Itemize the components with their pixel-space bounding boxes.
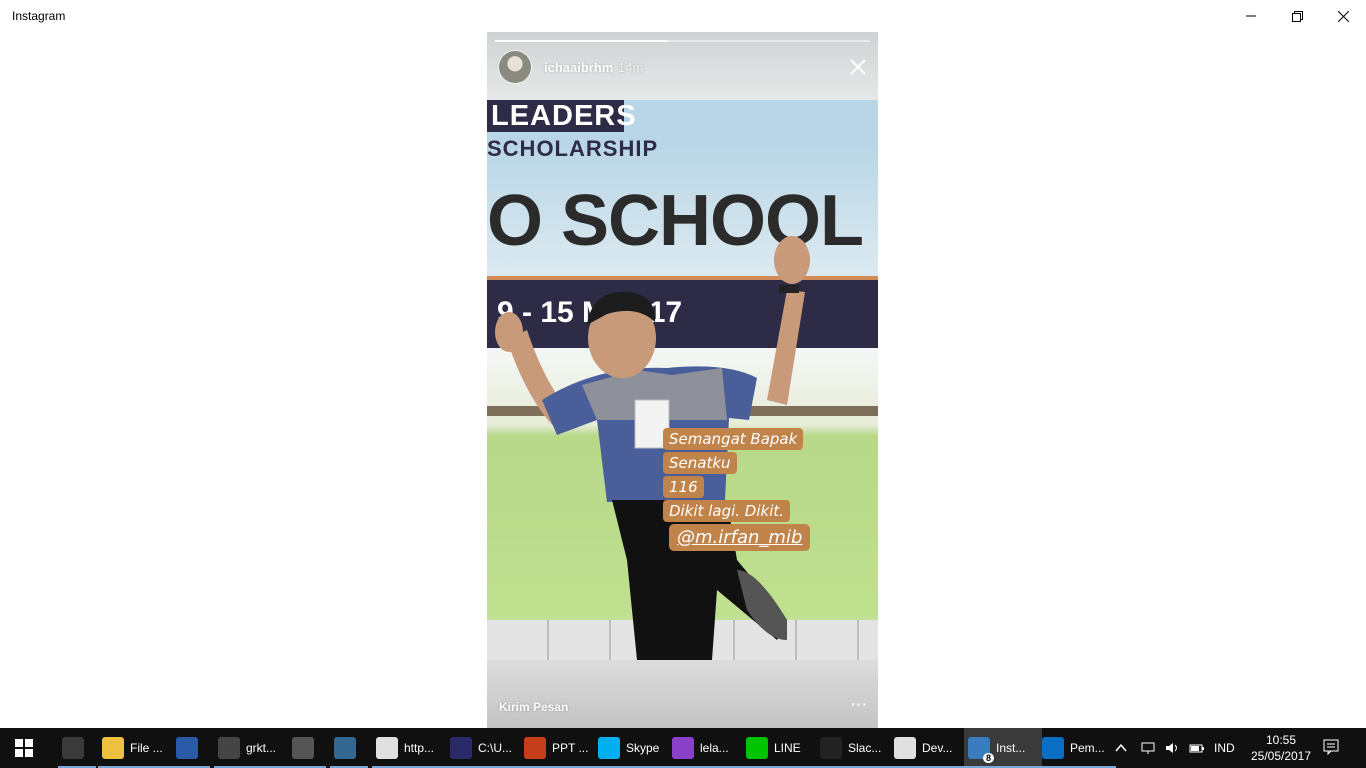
battery-icon[interactable] bbox=[1188, 741, 1206, 755]
taskbar-item-label: Pem... bbox=[1070, 741, 1105, 755]
mention-tag[interactable]: @m.irfan_mib bbox=[669, 524, 811, 551]
taskbar-item-sublime[interactable] bbox=[288, 728, 326, 768]
story-photo: LEADERS SCHOLARSHIP O SCHOOL 9 - 15 M 20… bbox=[487, 100, 878, 660]
person-figure bbox=[495, 236, 810, 660]
action-center-button[interactable] bbox=[1322, 738, 1342, 758]
terminal-icon bbox=[450, 737, 472, 759]
taskbar-item-label: LINE bbox=[774, 741, 801, 755]
story-footer: Kirim Pesan ··· bbox=[487, 660, 878, 728]
taskbar-item-skype[interactable]: Skype bbox=[594, 728, 672, 768]
taskbar-item-git[interactable]: grkt... bbox=[214, 728, 292, 768]
caption-line-2: Senatku bbox=[663, 452, 737, 474]
taskbar-item-postgres[interactable] bbox=[330, 728, 368, 768]
clock-date: 25/05/2017 bbox=[1250, 749, 1312, 763]
line-icon bbox=[746, 737, 768, 759]
close-icon bbox=[1337, 10, 1349, 22]
language-indicator[interactable]: IND bbox=[1214, 741, 1235, 755]
minimize-icon bbox=[1246, 15, 1256, 17]
git-icon bbox=[218, 737, 240, 759]
taskbar-item-label: grkt... bbox=[246, 741, 277, 755]
more-options-button[interactable]: ··· bbox=[851, 696, 868, 712]
restore-button[interactable] bbox=[1274, 0, 1320, 32]
edge-icon bbox=[1042, 737, 1064, 759]
caption-line-3: 116 bbox=[663, 476, 704, 498]
network-icon[interactable] bbox=[1140, 741, 1156, 755]
taskbar-item-label: lela... bbox=[700, 741, 729, 755]
taskbar-item-label: Slac... bbox=[848, 741, 882, 755]
taskbar-item-label: http... bbox=[404, 741, 435, 755]
sublime-icon bbox=[292, 737, 314, 759]
taskbar-item-label: PPT ... bbox=[552, 741, 589, 755]
taskbar-item-label: Dev... bbox=[922, 741, 953, 755]
story-header: ichaaibrhm 14m bbox=[487, 32, 878, 100]
taskbar-item-edge[interactable]: Pem... bbox=[1038, 728, 1116, 768]
minimize-button[interactable] bbox=[1228, 0, 1274, 32]
close-icon bbox=[850, 59, 866, 75]
taskbar-item-label: C:\U... bbox=[478, 741, 513, 755]
chevron-up-icon[interactable] bbox=[1114, 741, 1128, 755]
dev-icon bbox=[176, 737, 198, 759]
taskbar-item-chrome[interactable]: http... bbox=[372, 728, 450, 768]
slack-icon bbox=[820, 737, 842, 759]
story-username[interactable]: ichaaibrhm bbox=[544, 60, 613, 75]
app-title: Instagram bbox=[12, 9, 66, 23]
close-window-button[interactable] bbox=[1320, 0, 1366, 32]
taskbar-item-powerpoint[interactable]: PPT ... bbox=[520, 728, 598, 768]
taskbar-item-label: Inst... bbox=[996, 741, 1026, 755]
instagram-icon: 8 bbox=[968, 737, 994, 763]
chrome-icon bbox=[376, 737, 398, 759]
taskbar-item-line[interactable]: LINE bbox=[742, 728, 820, 768]
taskbar-item-terminal[interactable]: C:\U... bbox=[446, 728, 524, 768]
notification-badge: 8 bbox=[982, 753, 994, 763]
clock-time: 10:55 bbox=[1265, 733, 1297, 747]
story-progress-bar bbox=[495, 40, 870, 42]
taskbar-item-chrome[interactable]: Dev... bbox=[890, 728, 968, 768]
taskbar-item-label: File ... bbox=[130, 741, 163, 755]
volume-icon[interactable] bbox=[1164, 741, 1180, 755]
system-tray bbox=[1114, 728, 1206, 768]
taskbar: File ... grkt... http... C:\U... PPT ... Skyp… bbox=[0, 728, 1366, 768]
title-bar: Instagram bbox=[0, 0, 1366, 32]
skype-icon bbox=[598, 737, 620, 759]
phpstorm-icon bbox=[672, 737, 694, 759]
chrome-icon bbox=[894, 737, 916, 759]
taskbar-item-phpstorm[interactable]: lela... bbox=[668, 728, 746, 768]
notification-icon bbox=[1323, 739, 1339, 756]
avatar[interactable] bbox=[499, 51, 531, 83]
taskbar-item-dev[interactable] bbox=[172, 728, 210, 768]
taskbar-item-folder[interactable]: File ... bbox=[98, 728, 176, 768]
clock[interactable]: 10:55 25/05/2017 bbox=[1246, 732, 1316, 764]
start-button[interactable] bbox=[0, 728, 48, 768]
taskbar-item-instagram[interactable]: 8 Inst... bbox=[964, 728, 1042, 768]
taskbar-item-slack[interactable]: Slac... bbox=[816, 728, 894, 768]
restore-icon bbox=[1291, 10, 1303, 22]
story-timestamp: 14m bbox=[618, 60, 644, 75]
story-progress-fill bbox=[495, 40, 668, 42]
taskbar-item-label: Skype bbox=[626, 741, 660, 755]
send-message-input[interactable]: Kirim Pesan bbox=[499, 700, 568, 714]
caption-line-4: Dikit lagi. Dikit. bbox=[663, 500, 791, 522]
hs-icon bbox=[62, 737, 84, 759]
taskbar-item-hs[interactable] bbox=[58, 728, 96, 768]
powerpoint-icon bbox=[524, 737, 546, 759]
caption-line-1: Semangat Bapak bbox=[663, 428, 804, 450]
story-close-button[interactable] bbox=[849, 58, 867, 76]
windows-logo-icon bbox=[15, 739, 33, 757]
story-viewer[interactable]: LEADERS SCHOLARSHIP O SCHOOL 9 - 15 M 20… bbox=[487, 32, 878, 728]
postgres-icon bbox=[334, 737, 356, 759]
folder-icon bbox=[102, 737, 124, 759]
